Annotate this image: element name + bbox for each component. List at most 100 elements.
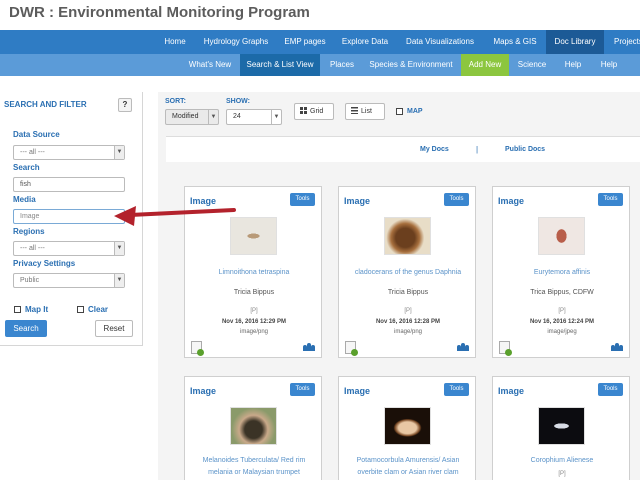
doc-card[interactable]: Image Tools cladocerans of the genus Dap… — [338, 186, 476, 358]
chevron-down-icon: ▼ — [271, 110, 281, 124]
grid-icon — [300, 107, 307, 114]
nav-hydrology-graphs[interactable]: Hydrology Graphs — [197, 30, 275, 54]
sort-select[interactable]: Modified ▼ — [165, 109, 219, 125]
nav-data-visualizations[interactable]: Data Visualizations — [400, 30, 480, 54]
card-title-line-2[interactable]: overbite clam or Asian river clam — [343, 467, 473, 478]
privacy-settings-value: Public — [20, 277, 40, 284]
card-title[interactable]: Corophium Alienese — [497, 455, 627, 466]
subnav-help[interactable]: Help — [556, 54, 590, 76]
tab-my-docs[interactable]: My Docs — [420, 146, 449, 153]
doc-card[interactable]: Image Tools Eurytemora affinis Trica Bip… — [492, 186, 630, 358]
primary-nav: Home Hydrology Graphs EMP pages Explore … — [0, 30, 640, 54]
map-it-label: Map It — [25, 305, 49, 314]
people-icon[interactable] — [457, 343, 469, 351]
data-source-label: Data Source — [13, 130, 60, 139]
search-input[interactable]: fish — [13, 177, 125, 192]
show-value: 24 — [233, 113, 241, 120]
tools-button[interactable]: Tools — [598, 383, 623, 396]
subnav-search-list-view[interactable]: Search & List View — [240, 54, 320, 76]
card-type: Image — [344, 386, 371, 396]
card-title[interactable]: Limnoithona tetraspina — [189, 267, 319, 278]
thumbnail-image[interactable] — [230, 407, 277, 445]
card-privacy: [P] — [558, 308, 566, 314]
grid-view-button[interactable]: Grid — [294, 103, 334, 120]
data-source-value: --- all --- — [20, 149, 45, 156]
card-title-line-2[interactable]: melania or Malaysian trumpet — [189, 467, 319, 478]
media-input[interactable]: Image — [13, 209, 125, 224]
document-add-icon[interactable] — [345, 341, 358, 356]
chevron-down-icon: ▼ — [114, 274, 124, 287]
subnav-species-environment[interactable]: Species & Environment — [364, 54, 458, 76]
clear-checkbox[interactable] — [77, 306, 84, 313]
card-date: Nov 16, 2016 12:24 PM — [529, 319, 595, 325]
tools-button[interactable]: Tools — [290, 193, 315, 206]
doc-card[interactable]: Image Tools Corophium Alienese [P] — [492, 376, 630, 480]
card-mime: image/jpeg — [547, 329, 577, 335]
thumbnail-image[interactable] — [538, 217, 585, 255]
sort-label: SORT: — [165, 98, 186, 105]
search-button[interactable]: Search — [5, 320, 47, 337]
subnav-places[interactable]: Places — [324, 54, 360, 76]
thumbnail-image[interactable] — [230, 217, 277, 255]
subnav-whats-new[interactable]: What's New — [184, 54, 236, 76]
privacy-settings-select[interactable]: Public ▼ — [13, 273, 125, 288]
map-it-checkbox[interactable] — [14, 306, 21, 313]
map-label: MAP — [407, 108, 423, 115]
show-select[interactable]: 24 ▼ — [226, 109, 282, 125]
sort-value: Modified — [172, 113, 199, 120]
thumbnail-image[interactable] — [384, 217, 431, 255]
card-author: Tricia Bippus — [233, 289, 275, 296]
tools-button[interactable]: Tools — [598, 193, 623, 206]
card-mime: image/png — [239, 329, 269, 335]
card-title-line-1[interactable]: Melanoides Tuberculata/ Red rim — [189, 455, 319, 466]
doc-card[interactable]: Image Tools Melanoides Tuberculata/ Red … — [184, 376, 322, 480]
card-title-line-1[interactable]: Potamocorbula Amurensis/ Asian — [343, 455, 473, 466]
show-label: SHOW: — [226, 98, 250, 105]
title-bar: DWR : Environmental Monitoring Program — [0, 0, 640, 28]
search-filter-heading: SEARCH AND FILTER — [4, 100, 87, 109]
list-label: List — [361, 108, 372, 115]
tools-button[interactable]: Tools — [290, 383, 315, 396]
nav-explore-data[interactable]: Explore Data — [337, 30, 393, 54]
card-author: Tricia Bippus — [387, 289, 429, 296]
nav-doc-library[interactable]: Doc Library — [546, 30, 604, 54]
subnav-science[interactable]: Science — [512, 54, 552, 76]
search-label: Search — [13, 163, 40, 172]
thumbnail-image[interactable] — [384, 407, 431, 445]
subnav-help-2[interactable]: Help — [592, 54, 626, 76]
help-button[interactable]: ? — [118, 98, 132, 112]
people-icon[interactable] — [303, 343, 315, 351]
data-source-select[interactable]: --- all --- ▼ — [13, 145, 125, 160]
nav-projects[interactable]: Projects — [608, 30, 640, 54]
subnav-add-new[interactable]: Add New — [461, 54, 509, 76]
tools-button[interactable]: Tools — [444, 193, 469, 206]
document-add-icon[interactable] — [191, 341, 204, 356]
card-type: Image — [498, 196, 525, 206]
regions-select[interactable]: --- all --- ▼ — [13, 241, 125, 256]
reset-button[interactable]: Reset — [95, 320, 133, 337]
card-privacy: [P] — [558, 471, 566, 477]
list-view-button[interactable]: List — [345, 103, 385, 120]
chevron-down-icon: ▼ — [114, 242, 124, 255]
card-privacy: [P] — [250, 308, 258, 314]
tab-public-docs[interactable]: Public Docs — [505, 146, 545, 153]
card-title[interactable]: Eurytemora affinis — [497, 267, 627, 278]
app-title: DWR : Environmental Monitoring Program — [9, 4, 310, 21]
thumbnail-image[interactable] — [538, 407, 585, 445]
map-checkbox[interactable] — [396, 108, 403, 115]
nav-emp-pages[interactable]: EMP pages — [280, 30, 330, 54]
doc-card[interactable]: Image Tools Potamocorbula Amurensis/ Asi… — [338, 376, 476, 480]
list-icon — [351, 107, 358, 114]
chevron-down-icon: ▼ — [114, 146, 124, 159]
nav-home[interactable]: Home — [160, 30, 190, 54]
nav-maps-gis[interactable]: Maps & GIS — [488, 30, 542, 54]
results-area: SORT: Modified ▼ SHOW: 24 ▼ Grid List MA… — [158, 92, 640, 480]
card-title[interactable]: cladocerans of the genus Daphnia — [343, 267, 473, 278]
clear-label: Clear — [88, 305, 109, 314]
document-add-icon[interactable] — [499, 341, 512, 356]
card-privacy: [P] — [404, 308, 412, 314]
people-icon[interactable] — [611, 343, 623, 351]
annotation-arrow-icon — [114, 206, 236, 226]
tools-button[interactable]: Tools — [444, 383, 469, 396]
card-author: Trica Bippus, CDFW — [530, 289, 594, 296]
